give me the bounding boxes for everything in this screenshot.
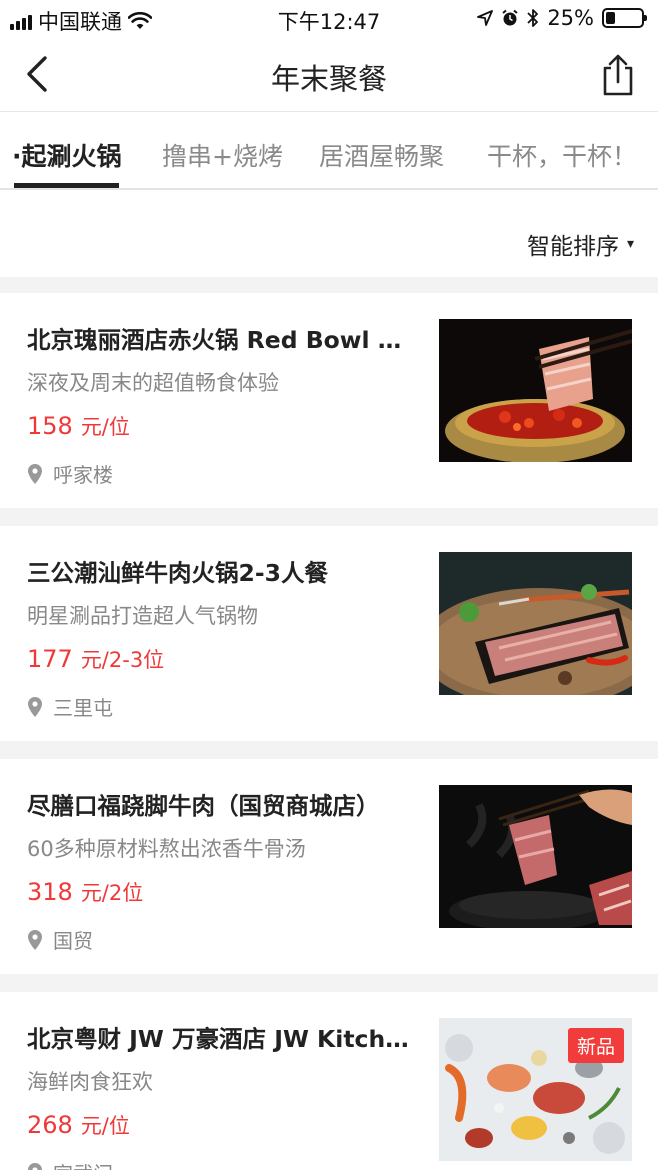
location-pin-icon [28,1162,42,1170]
list-item[interactable]: 北京粤财 JW 万豪酒店 JW Kitchen 海鲜肉食狂欢 268 元/位 宣… [0,992,658,1170]
battery-icon [602,8,647,28]
caret-down-icon: ▾ [626,236,634,252]
tab-cheers[interactable]: 干杯，干杯！ [487,137,637,173]
share-icon[interactable] [598,52,638,98]
item-subtitle: 海鲜肉食狂欢 [27,1070,153,1094]
page-title: 年末聚餐 [270,62,387,96]
location-label: 三里屯 [53,696,113,720]
item-title: 北京瑰丽酒店赤火锅 Red Bowl Hotpot [27,326,412,354]
location-label: 国贸 [53,929,93,953]
location-pin-icon [28,463,42,484]
battery-percent: 25% [547,6,594,30]
location-pin-icon [28,929,42,950]
price-unit: 元/2位 [80,881,144,905]
price-unit: 元/位 [80,1114,130,1138]
list-item[interactable]: 尽膳口福跷脚牛肉（国贸商城店） 60多种原材料熬出浓香牛骨汤 318 元/2位 … [0,759,658,974]
hotpot-photo [439,319,632,462]
item-price: 318 元/2位 [27,877,143,907]
price-unit: 元/位 [80,415,130,439]
item-price: 177 元/2-3位 [27,644,164,674]
status-right: 25% [477,6,647,30]
sort-bar: 智能排序 ▾ [0,191,658,277]
item-subtitle: 60多种原材料熬出浓香牛骨汤 [27,837,306,861]
item-location: 呼家楼 [27,459,113,488]
section-divider [0,508,658,526]
beef-slice-photo [439,785,632,928]
location-arrow-icon [477,10,494,26]
section-divider [0,277,658,293]
tab-hotpot[interactable]: ·起涮火锅 [12,137,122,173]
section-divider [0,741,658,759]
section-divider [0,974,658,992]
price-value: 318 [27,878,73,906]
sort-label: 智能排序 [526,234,619,260]
location-label: 宣武门 [53,1158,113,1170]
nav-bar: 年末聚餐 [0,38,658,112]
item-subtitle: 明星涮品打造超人气锅物 [27,604,258,628]
new-badge: 新品 [567,1028,624,1063]
price-value: 268 [27,1111,73,1139]
item-location: 三里屯 [27,692,113,721]
item-image [439,552,632,695]
item-title: 北京粤财 JW 万豪酒店 JW Kitchen [27,1025,412,1053]
tab-izakaya[interactable]: 居酒屋畅聚 [319,137,444,173]
status-bar: 中国联通 下午12:47 25% [0,0,658,38]
item-location: 国贸 [27,925,93,954]
tab-bbq[interactable]: 撸串+烧烤 [162,137,283,173]
price-value: 158 [27,412,73,440]
item-image [439,319,632,462]
bluetooth-icon [527,9,539,27]
item-price: 158 元/位 [27,411,130,441]
item-image: 新品 [439,1018,632,1161]
item-title: 尽膳口福跷脚牛肉（国贸商城店） [27,792,380,820]
list-item[interactable]: 三公潮汕鲜牛肉火锅2-3人餐 明星涮品打造超人气锅物 177 元/2-3位 三里… [0,526,658,741]
location-label: 呼家楼 [53,463,113,487]
price-value: 177 [27,645,73,673]
location-pin-icon [28,696,42,717]
battery-fill [606,12,615,24]
item-location: 宣武门 [27,1158,113,1170]
category-tabs: ·起涮火锅 撸串+烧烤 居酒屋畅聚 干杯，干杯！ [0,113,658,190]
item-title: 三公潮汕鲜牛肉火锅2-3人餐 [27,559,328,587]
item-image [439,785,632,928]
list-item[interactable]: 北京瑰丽酒店赤火锅 Red Bowl Hotpot 深夜及周末的超值畅食体验 1… [0,293,658,508]
alarm-icon [502,9,518,26]
item-price: 268 元/位 [27,1110,130,1140]
price-unit: 元/2-3位 [80,648,165,672]
sort-dropdown[interactable]: 智能排序 ▾ [527,227,634,261]
tab-active-indicator [14,183,119,188]
item-subtitle: 深夜及周末的超值畅食体验 [27,371,279,395]
beef-platter-photo [439,552,632,695]
